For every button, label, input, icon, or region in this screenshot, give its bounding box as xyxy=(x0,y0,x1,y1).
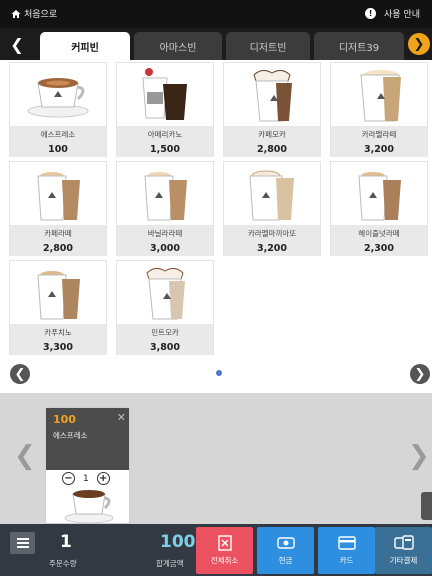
product-name: 카페모카 xyxy=(224,126,320,142)
hazelnut-latte-cup-icon xyxy=(331,162,427,224)
order-item-card: 100 에스프레소 ✕ − 1 + xyxy=(45,407,130,524)
tab-coffee-bean[interactable]: 커피빈 xyxy=(40,32,130,60)
decrease-quantity-minus-icon[interactable]: − xyxy=(62,472,75,485)
product-price: 2,800 xyxy=(10,241,106,256)
product-name: 카라멜라떼 xyxy=(331,126,427,142)
cash-label: 현금 xyxy=(278,556,293,565)
product-card[interactable]: 민트모카 3,800 xyxy=(116,260,214,355)
total-amount-label: 합계금액 xyxy=(156,559,184,568)
order-prev-arrow-icon[interactable]: ❮ xyxy=(14,441,36,471)
page-prev-arrow-icon[interactable]: ❮ xyxy=(10,364,30,384)
home-icon xyxy=(11,9,21,18)
card-button[interactable]: 카드 xyxy=(318,527,375,574)
product-price: 3,300 xyxy=(10,340,106,355)
latte-cup-icon xyxy=(10,162,106,224)
product-name: 아메리카노 xyxy=(117,126,213,142)
tab-amasbean[interactable]: 아마스빈 xyxy=(134,32,222,60)
product-name: 카라멜마끼아또 xyxy=(224,225,320,241)
card-label: 카드 xyxy=(339,556,354,565)
cash-button[interactable]: 현금 xyxy=(257,527,314,574)
order-next-arrow-icon[interactable]: ❯ xyxy=(408,441,430,471)
help-button[interactable]: ! 사용 안내 xyxy=(365,7,420,20)
order-item-header: 100 에스프레소 ✕ − 1 + xyxy=(46,408,129,485)
product-name: 헤이즐넛라떼 xyxy=(331,225,427,241)
cash-icon xyxy=(276,537,295,549)
order-item-quantity: 1 xyxy=(83,473,89,484)
product-name: 카푸치노 xyxy=(10,324,106,340)
increase-quantity-plus-icon[interactable]: + xyxy=(96,472,110,485)
top-bar: 처음으로 ! 사용 안내 xyxy=(0,0,432,28)
quantity-stepper: − 1 + xyxy=(62,472,110,485)
product-price: 3,000 xyxy=(117,241,213,256)
product-card[interactable]: 바닐라라떼 3,000 xyxy=(116,161,214,256)
product-card[interactable]: 카페라떼 2,800 xyxy=(9,161,107,256)
product-card[interactable]: 에스프레소 100 xyxy=(9,62,107,157)
americano-cup-icon xyxy=(117,63,213,125)
product-card[interactable]: 아메리카노 1,500 xyxy=(116,62,214,157)
order-item-name: 에스프레소 xyxy=(53,431,88,440)
card-icon xyxy=(337,536,356,550)
product-name: 바닐라라떼 xyxy=(117,225,213,241)
vanilla-latte-cup-icon xyxy=(117,162,213,224)
home-label: 처음으로 xyxy=(24,10,58,20)
page-indicator-dot xyxy=(216,370,222,376)
tab-next-arrow-icon[interactable]: ❯ xyxy=(408,33,430,55)
side-drawer-handle[interactable] xyxy=(421,492,432,520)
product-price: 3,200 xyxy=(331,142,427,157)
order-count-value: 1 xyxy=(60,532,72,552)
bottom-bar: 1 주문수량 100 합계금액 전체취소 현금 카드 기타결제 xyxy=(0,524,432,576)
help-label: 사용 안내 xyxy=(384,10,420,20)
order-item-price: 100 xyxy=(53,413,76,426)
other-payment-label: 기타결제 xyxy=(389,556,418,565)
remove-item-close-icon[interactable]: ✕ xyxy=(117,411,126,424)
order-count-label: 주문수량 xyxy=(49,559,77,568)
product-name: 에스프레소 xyxy=(10,126,106,142)
product-price: 1,500 xyxy=(117,142,213,157)
total-amount-value: 100 xyxy=(160,532,196,552)
product-price: 2,800 xyxy=(224,142,320,157)
product-price: 3,200 xyxy=(224,241,320,256)
product-card[interactable]: 카라멜라떼 3,200 xyxy=(330,62,428,157)
menu-hamburger-icon[interactable] xyxy=(10,532,35,554)
home-button[interactable]: 처음으로 xyxy=(11,7,57,20)
espresso-cup-icon xyxy=(10,63,106,125)
cancel-all-button[interactable]: 전체취소 xyxy=(196,527,253,574)
product-card[interactable]: 헤이즐넛라떼 2,300 xyxy=(330,161,428,256)
tab-dessert39[interactable]: 디저트39 xyxy=(314,32,404,60)
product-name: 카페라떼 xyxy=(10,225,106,241)
tab-dessert-bean[interactable]: 디저트빈 xyxy=(226,32,310,60)
mint-mocha-cup-icon xyxy=(117,261,213,323)
order-panel: ❮ 100 에스프레소 ✕ − 1 + ❯ xyxy=(0,393,432,524)
product-price: 2,300 xyxy=(331,241,427,256)
mocha-cup-icon xyxy=(224,63,320,125)
product-name: 민트모카 xyxy=(117,324,213,340)
other-payment-button[interactable]: 기타결제 xyxy=(375,527,432,574)
product-price: 3,800 xyxy=(117,340,213,355)
espresso-cup-icon xyxy=(61,486,117,523)
other-payment-icon xyxy=(393,535,414,550)
product-card[interactable]: 카라멜마끼아또 3,200 xyxy=(223,161,321,256)
product-card[interactable]: 카페모카 2,800 xyxy=(223,62,321,157)
info-icon: ! xyxy=(365,8,377,19)
cancel-all-label: 전체취소 xyxy=(210,556,239,565)
page-next-arrow-icon[interactable]: ❯ xyxy=(410,364,430,384)
product-card[interactable]: 카푸치노 3,300 xyxy=(9,260,107,355)
tab-prev-arrow-icon[interactable]: ❮ xyxy=(7,34,27,54)
caramel-latte-cup-icon xyxy=(331,63,427,125)
caramel-macchiato-cup-icon xyxy=(224,162,320,224)
category-tab-bar: ❮ 커피빈 아마스빈 디저트빈 디저트39 ❯ xyxy=(0,28,432,60)
cappuccino-cup-icon xyxy=(10,261,106,323)
cancel-all-icon xyxy=(217,535,232,551)
product-price: 100 xyxy=(10,142,106,157)
